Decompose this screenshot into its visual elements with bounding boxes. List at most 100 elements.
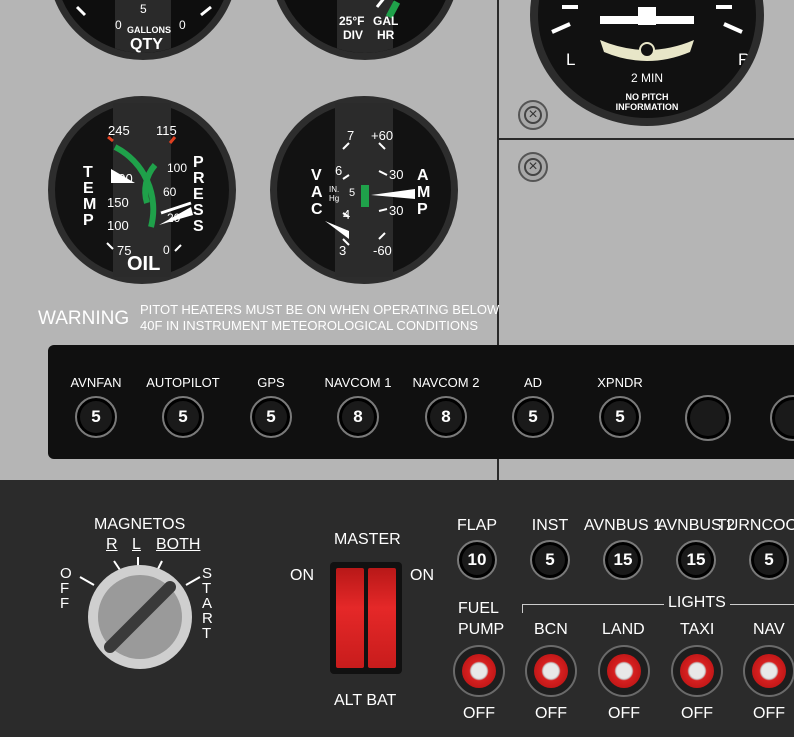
vac-tick: 4 (343, 207, 351, 222)
fuel-qty-label: QTY (130, 36, 163, 53)
panel-divider-horizontal (499, 138, 794, 140)
breaker-label: NAV COM 1 (324, 375, 392, 390)
oil-press-tick: 60 (163, 185, 177, 199)
vac-tick: 6 (335, 163, 343, 178)
breaker-knob[interactable]: 5 (75, 396, 117, 438)
master-switch[interactable] (330, 562, 402, 674)
vac-unit-hg: Hg (329, 194, 340, 203)
breaker-knob[interactable]: 5 (599, 396, 641, 438)
switch-label-line2: PUMP (458, 621, 505, 638)
breaker-avn-bus-1[interactable]: AVN BUS 1 15 (584, 495, 662, 580)
master-title: MASTER (334, 531, 401, 548)
warning-line1: PITOT HEATERS MUST BE ON WHEN OPERATING … (140, 302, 500, 317)
screw-cross-icon: × (524, 158, 542, 176)
lights-label: LIGHTS (664, 594, 730, 612)
breaker-knob[interactable]: 8 (337, 396, 379, 438)
magnetos-l-label: L (132, 536, 141, 553)
turn-note-line2: INFORMATION (615, 102, 679, 112)
amp-tick: 30 (389, 167, 404, 182)
breaker-turn-coord[interactable]: TURNCOORD 5 (717, 495, 794, 580)
fuel-zero-right: 0 (179, 18, 186, 32)
vac-tick: 7 (347, 128, 355, 143)
warning-line2: 40F IN INSTRUMENT METEOROLOGICAL CONDITI… (140, 318, 479, 333)
switch-cap (607, 654, 641, 688)
landing-light-switch[interactable] (598, 645, 650, 697)
panel-screw: × (518, 152, 548, 182)
breaker-knob[interactable]: 10 (457, 540, 497, 580)
panel-screw: × (518, 100, 548, 130)
breaker-flap[interactable]: FLAP 10 (438, 495, 516, 580)
breaker-knob[interactable]: 15 (676, 540, 716, 580)
turn-time-label: 2 MIN (630, 71, 663, 85)
oil-temp-tick: 150 (107, 195, 129, 210)
vac-tick: 5 (349, 187, 356, 199)
breaker-knob[interactable]: 5 (512, 396, 554, 438)
switch-cap (534, 654, 568, 688)
fuel-gallons-five: 5 (140, 2, 147, 16)
breaker-knob[interactable]: 5 (250, 396, 292, 438)
breaker-nav-com-1[interactable]: NAV COM 1 8 (313, 362, 403, 438)
master-bat-rocker[interactable] (368, 568, 396, 668)
fuel-zero-left: 0 (115, 18, 122, 32)
breaker-label: NAV COM 2 (412, 375, 480, 390)
oil-temp-tick: 245 (108, 123, 130, 138)
breaker-empty-slot (685, 395, 731, 441)
turn-note-line1: NO PITCH (625, 92, 669, 102)
switch-label-line2: NAV (753, 621, 785, 638)
breaker-avn-bus-2[interactable]: AVN BUS 2 15 (657, 495, 735, 580)
breaker-autopilot[interactable]: AUTO PILOT 5 (138, 362, 228, 438)
magneto-switch[interactable] (70, 555, 220, 675)
oil-press-label: PRESS (193, 154, 205, 235)
vacuum-ammeter-gauge: 7 6 5 4 3 IN. Hg +60 30 30 -60 VAC AMP (270, 96, 458, 284)
switch-label-line2: TAXI (680, 621, 715, 638)
vac-tick: 3 (339, 243, 347, 258)
lights-bracket (522, 604, 794, 613)
breaker-knob[interactable]: 5 (162, 396, 204, 438)
oil-temp-label: TEMP (83, 164, 97, 229)
master-alt-bat-label: ALT BAT (334, 692, 397, 709)
breaker-ad[interactable]: AD 5 (488, 362, 578, 438)
switch-state: OFF (535, 705, 567, 722)
amp-tick: -60 (373, 243, 392, 258)
vac-label: VAC (311, 167, 323, 218)
amp-tick: 30 (389, 203, 404, 218)
fuel-flow-div: DIV (343, 28, 364, 42)
oil-temp-tick: 100 (107, 218, 129, 233)
breaker-nav-com-2[interactable]: NAV COM 2 8 (401, 362, 491, 438)
nav-light-switch[interactable] (743, 645, 794, 697)
breaker-knob[interactable]: 5 (530, 540, 570, 580)
breaker-knob[interactable]: 5 (749, 540, 789, 580)
breaker-gps[interactable]: GPS 5 (226, 362, 316, 438)
fuel-pump-switch[interactable] (453, 645, 505, 697)
oil-temp-tick: 200 (111, 171, 133, 186)
switch-cap (680, 654, 714, 688)
amp-tick: +60 (371, 128, 394, 143)
master-alt-rocker[interactable] (336, 568, 364, 668)
switch-label-line2: BCN (534, 621, 568, 638)
breaker-knob[interactable]: 15 (603, 540, 643, 580)
breaker-label: AVN FAN (70, 375, 122, 390)
fuel-flow-gal: GAL (373, 14, 399, 28)
breaker-avn-fan[interactable]: AVN FAN 5 (51, 362, 141, 438)
switch-state: OFF (681, 705, 713, 722)
screw-cross-icon: × (524, 106, 542, 124)
breaker-knob[interactable]: 8 (425, 396, 467, 438)
master-on-right: ON (410, 567, 434, 584)
turn-coordinator: L R 2 MIN NO PITCH INFORMATION (530, 0, 764, 126)
master-on-left: ON (290, 567, 314, 584)
breaker-label: GPS (257, 375, 285, 390)
switch-label-line1: FUEL (458, 600, 499, 617)
magnetos-both-label: BOTH (156, 536, 201, 553)
amp-label: AMP (417, 167, 431, 218)
beacon-light-switch[interactable] (525, 645, 577, 697)
breaker-label: INST (531, 517, 569, 534)
fuel-flow-temp-div: 25°F (339, 14, 365, 28)
magnetos-title: MAGNETOS (94, 516, 186, 533)
fuel-flow-gauge: 25°F GAL DIV HR (270, 0, 460, 60)
breaker-label: AVN BUS 1 (584, 517, 662, 534)
breaker-inst[interactable]: INST 5 (511, 495, 589, 580)
taxi-light-switch[interactable] (671, 645, 723, 697)
magnetos-r-label: R (106, 536, 118, 553)
breaker-xpndr[interactable]: XPNDR 5 (575, 362, 665, 438)
fuel-flow-hr: HR (377, 28, 395, 42)
